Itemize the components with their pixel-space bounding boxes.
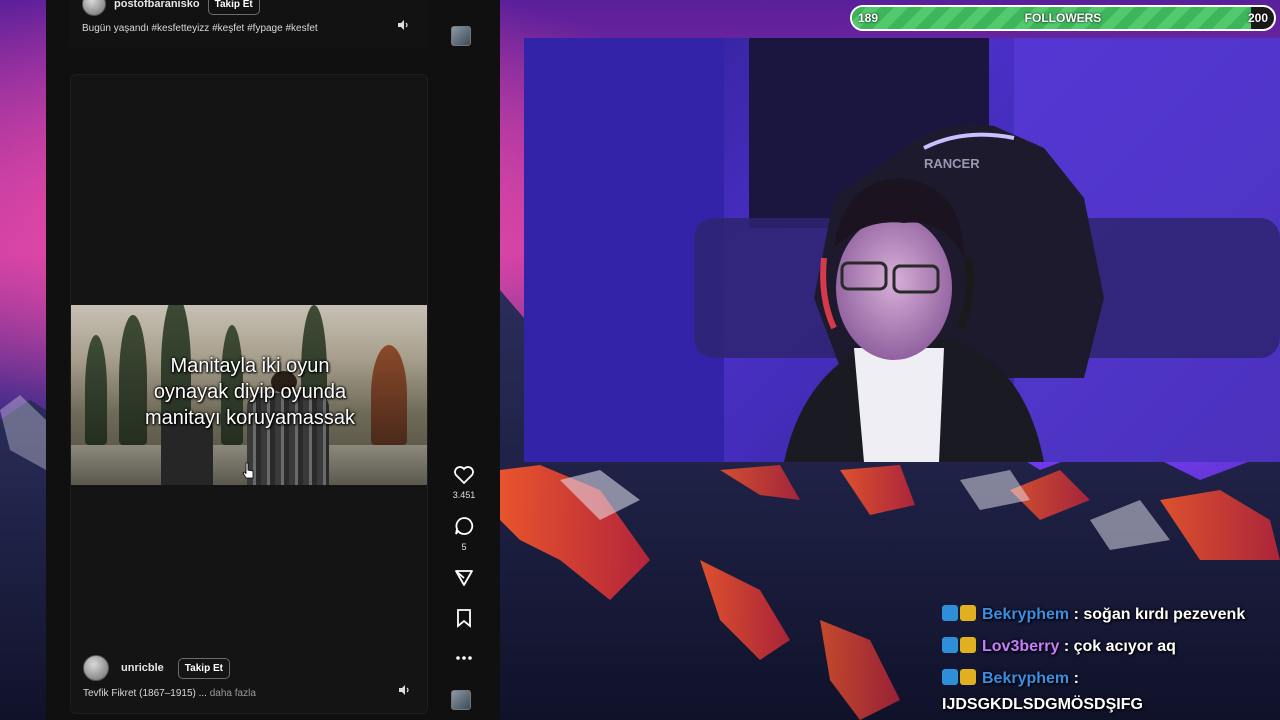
more-link[interactable]: daha fazla [210,688,256,699]
stream-chat-overlay: Bekryphem : soğan kırdı pezevenk Lov3berr… [942,602,1278,720]
ellipsis-icon [456,656,472,660]
hand-cursor-icon [242,462,254,479]
chat-separator: : [1069,670,1079,687]
video-frame: Manitayla iki oyun oynayak diyip oyunda … [71,305,427,485]
chat-message: Bekryphem : IJDSGKDLSDGMÖSDŞIFG [942,666,1278,718]
tiktok-feed-panel: postofbaranisko Takip Et Bugün yaşandı #… [46,0,500,720]
chat-message: Lov3berry : çok acıyor aq [942,634,1278,660]
chat-separator: : [1059,638,1074,655]
avatar[interactable] [82,0,106,16]
sound-icon[interactable] [392,14,414,36]
comment-count: 5 [461,542,467,552]
chat-username: Bekryphem [982,606,1070,623]
sound-icon[interactable] [393,679,415,701]
chat-message-text: çok acıyor aq [1073,638,1176,655]
follow-button[interactable]: Takip Et [177,657,230,679]
more-options-button[interactable] [448,650,480,668]
crown-badge-icon [960,637,976,653]
webcam-scene: RANCER [524,38,1280,462]
account-thumbnail[interactable] [451,690,471,710]
follow-button[interactable]: Takip Et [207,0,260,15]
author-row: unricble Takip Et [83,655,230,681]
bookmark-button[interactable] [448,608,480,633]
bookmark-icon [457,609,471,628]
chair-brand-label: RANCER [924,156,980,171]
chat-message-text: soğan kırdı pezevenk [1083,606,1246,623]
webcam-feed: RANCER [524,38,1280,462]
chat-username: Lov3berry [982,638,1060,655]
followers-goal-bar: 189 FOLLOWERS 200 [850,5,1276,31]
crown-badge-icon [960,605,976,621]
author-name[interactable]: unricble [121,662,164,674]
share-button[interactable] [448,568,480,593]
chat-separator: : [1069,606,1084,623]
caption-text: Tevfik Fikret (1867–1915) ... [83,688,207,699]
followers-label: FOLLOWERS [1024,11,1102,25]
comment-icon [455,517,474,535]
chat-username: Bekryphem [982,670,1070,687]
subscriber-badge-icon [942,637,958,653]
post-caption: Tevfik Fikret (1867–1915) ... daha fazla [83,688,256,699]
chat-message-text: IJDSGKDLSDGMÖSDŞIFG [942,696,1143,713]
like-button[interactable]: 3.451 [448,466,480,500]
author-row: postofbaranisko Takip Et [82,0,260,16]
like-count: 3.451 [452,490,476,500]
video-caption-overlay: Manitayla iki oyun oynayak diyip oyunda … [144,355,356,429]
author-name[interactable]: postofbaranisko [114,0,200,10]
subscriber-badge-icon [942,669,958,685]
crown-badge-icon [960,669,976,685]
heart-icon [454,466,474,485]
account-thumbnail[interactable] [451,26,471,46]
post-caption: Bugün yaşandı #kesfetteyizz #keşfet #fyp… [82,23,318,34]
video-player[interactable]: Manitayla iki oyun oynayak diyip oyunda … [70,74,428,714]
avatar[interactable] [83,655,109,681]
subscriber-badge-icon [942,605,958,621]
share-icon [455,570,473,586]
comment-button[interactable]: 5 [448,516,480,552]
followers-goal: 200 [1247,11,1268,25]
previous-post-footer: postofbaranisko Takip Et Bugün yaşandı #… [70,0,428,48]
chat-message: Bekryphem : soğan kırdı pezevenk [942,602,1278,628]
